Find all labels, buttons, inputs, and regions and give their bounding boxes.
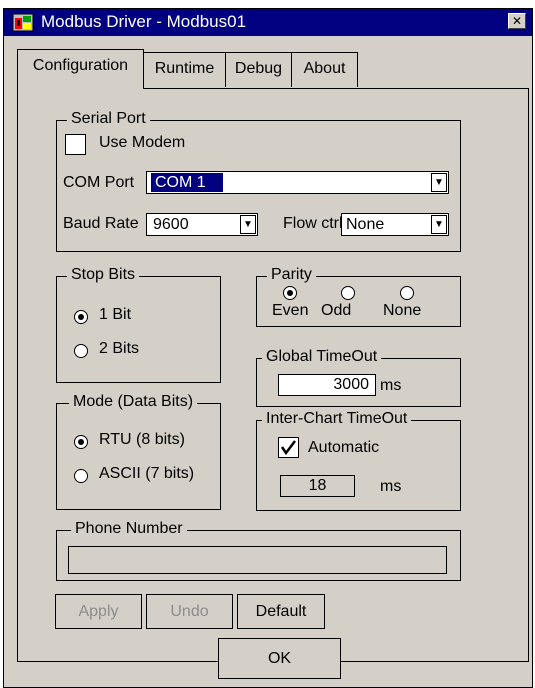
mode-ascii-radio[interactable] — [74, 469, 88, 483]
tab-label: Debug — [234, 60, 283, 77]
tab-configuration[interactable]: Configuration — [17, 49, 144, 89]
flow-ctrl-value: None — [346, 216, 385, 233]
flow-ctrl-select[interactable]: None ▼ — [341, 213, 449, 236]
dropdown-arrow-icon[interactable]: ▼ — [431, 173, 447, 192]
stop-bits-legend: Stop Bits — [67, 266, 140, 284]
automatic-label: Automatic — [308, 439, 380, 456]
tab-debug[interactable]: Debug — [225, 52, 292, 87]
flow-ctrl-label: Flow ctrl — [283, 215, 343, 232]
inter-chart-timeout-value: 18 — [308, 477, 327, 494]
checkmark-icon — [280, 440, 296, 456]
modbus-driver-icon — [12, 13, 34, 32]
stop-bits-2-label: 2 Bits — [99, 340, 140, 357]
global-timeout-legend: Global TimeOut — [262, 348, 382, 366]
use-modem-label: Use Modem — [99, 134, 186, 151]
ok-button-label: OK — [267, 650, 292, 667]
close-button[interactable]: ✕ — [508, 13, 526, 29]
tab-label: Runtime — [154, 60, 215, 77]
global-timeout-value: 3000 — [333, 376, 369, 393]
tab-about[interactable]: About — [291, 52, 358, 87]
window-title: Modbus Driver - Modbus01 — [41, 12, 247, 31]
parity-none-radio[interactable] — [400, 286, 414, 300]
stop-bits-1-radio[interactable] — [74, 310, 88, 324]
mode-rtu-label: RTU (8 bits) — [99, 431, 185, 448]
parity-even-label: Even — [272, 302, 309, 319]
tab-label: About — [303, 60, 346, 77]
stop-bits-2-radio[interactable] — [74, 344, 88, 358]
undo-button[interactable]: Undo — [146, 594, 233, 629]
dropdown-arrow-icon[interactable]: ▼ — [240, 215, 256, 234]
inter-chart-timeout-group: Inter-Chart TimeOut Automatic 18 ms — [256, 410, 461, 511]
tab-label: Configuration — [32, 57, 129, 74]
inter-chart-timeout-input: 18 — [280, 475, 355, 497]
dropdown-arrow-icon[interactable]: ▼ — [431, 215, 447, 234]
apply-button[interactable]: Apply — [55, 594, 142, 629]
parity-group: Parity Even Odd None — [256, 266, 461, 327]
stop-bits-1-label: 1 Bit — [99, 306, 132, 323]
global-timeout-input[interactable]: 3000 — [278, 374, 376, 396]
mode-ascii-label: ASCII (7 bits) — [99, 465, 195, 482]
global-timeout-unit: ms — [380, 377, 402, 394]
use-modem-checkbox[interactable] — [65, 134, 86, 155]
phone-number-input[interactable] — [68, 546, 447, 574]
com-port-label: COM Port — [63, 174, 135, 191]
com-port-value: COM 1 — [151, 173, 223, 192]
mode-legend: Mode (Data Bits) — [69, 393, 198, 411]
parity-odd-radio[interactable] — [341, 286, 355, 300]
mode-data-bits-group: Mode (Data Bits) RTU (8 bits) ASCII (7 b… — [56, 393, 221, 510]
apply-button-label: Apply — [78, 603, 119, 620]
parity-legend: Parity — [267, 266, 316, 284]
stop-bits-group: Stop Bits 1 Bit 2 Bits — [56, 266, 221, 383]
inter-chart-timeout-legend: Inter-Chart TimeOut — [262, 410, 412, 428]
title-bar[interactable]: Modbus Driver - Modbus01 ✕ — [4, 9, 532, 36]
baud-rate-select[interactable]: 9600 ▼ — [146, 213, 258, 236]
parity-none-label: None — [383, 302, 422, 319]
modbus-driver-window: Modbus Driver - Modbus01 ✕ Configuration… — [3, 8, 533, 688]
default-button-label: Default — [255, 603, 307, 620]
default-button[interactable]: Default — [237, 594, 325, 629]
serial-port-legend: Serial Port — [67, 110, 150, 128]
close-icon: ✕ — [511, 14, 523, 28]
parity-odd-label: Odd — [321, 302, 352, 319]
phone-number-group: Phone Number — [56, 520, 461, 581]
undo-button-label: Undo — [170, 603, 209, 620]
global-timeout-group: Global TimeOut 3000 ms — [256, 348, 461, 407]
tab-runtime[interactable]: Runtime — [143, 52, 226, 87]
baud-rate-label: Baud Rate — [63, 215, 139, 232]
phone-number-legend: Phone Number — [71, 520, 187, 538]
parity-even-radio[interactable] — [283, 286, 297, 300]
baud-rate-value: 9600 — [153, 216, 189, 233]
com-port-select[interactable]: COM 1 ▼ — [146, 171, 449, 194]
configuration-panel: Serial Port Use Modem COM Port COM 1 ▼ B… — [17, 88, 529, 662]
automatic-checkbox[interactable] — [278, 437, 299, 458]
ok-button[interactable]: OK — [218, 638, 341, 679]
inter-chart-timeout-unit: ms — [380, 478, 402, 495]
mode-rtu-radio[interactable] — [74, 435, 88, 449]
serial-port-group: Serial Port Use Modem COM Port COM 1 ▼ B… — [56, 110, 461, 252]
